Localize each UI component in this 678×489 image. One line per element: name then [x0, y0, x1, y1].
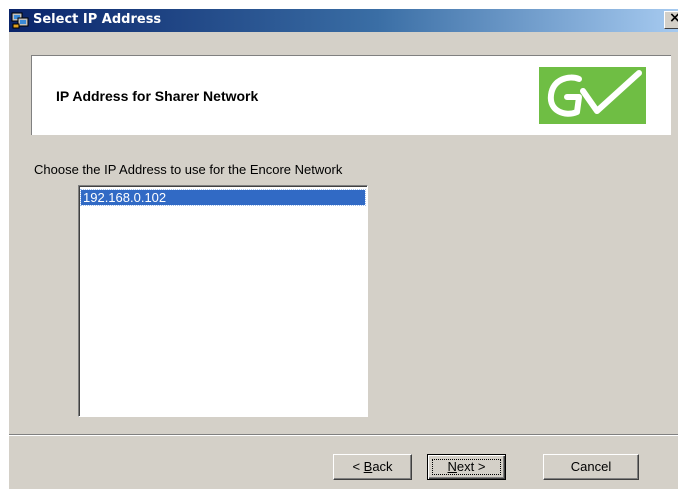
close-icon: × — [669, 10, 678, 26]
title-bar[interactable]: Select IP Address × — [9, 9, 678, 32]
gv-logo — [539, 67, 646, 124]
button-separator-highlight — [9, 435, 678, 436]
ip-prompt-label: Choose the IP Address to use for the Enc… — [34, 162, 343, 177]
ip-address-listbox[interactable]: 192.168.0.102 — [78, 185, 368, 417]
list-item-selected[interactable]: 192.168.0.102 — [80, 189, 366, 206]
focus-rectangle — [432, 459, 501, 475]
back-button-rest: ack — [372, 459, 393, 474]
window-title: Select IP Address — [33, 12, 162, 27]
cancel-button[interactable]: Cancel — [543, 454, 639, 480]
network-computer-icon — [11, 12, 29, 29]
dialog-window: Select IP Address × IP Address for Share… — [9, 9, 678, 489]
back-button-prefix: < — [352, 459, 364, 474]
next-button[interactable]: Next > — [427, 454, 506, 480]
close-button[interactable]: × — [664, 10, 678, 29]
header-title: IP Address for Sharer Network — [56, 88, 259, 104]
header-panel: IP Address for Sharer Network — [31, 55, 671, 135]
back-button[interactable]: < Back — [333, 454, 412, 480]
